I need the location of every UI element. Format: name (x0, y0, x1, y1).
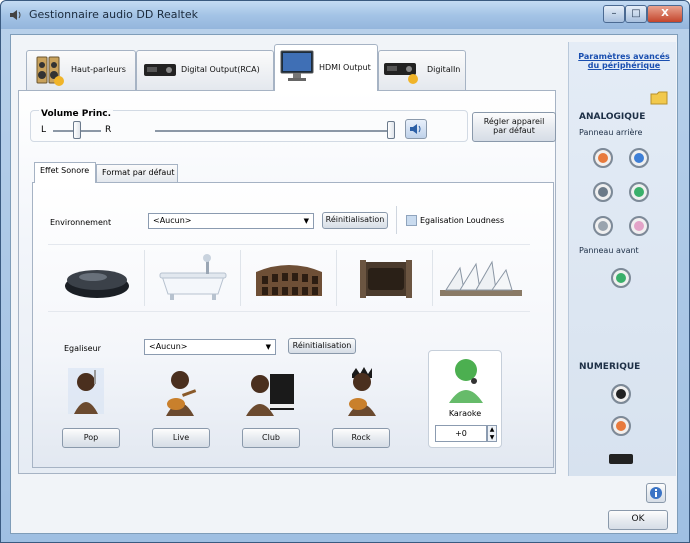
live-guitarist-icon (166, 371, 197, 416)
equalizer-value: <Aucun> (149, 342, 188, 351)
equalizer-reset-button[interactable]: Réinitialisation (288, 338, 356, 354)
eq-preset-live-button[interactable]: Live (152, 428, 210, 448)
equalizer-select[interactable]: <Aucun> ▼ (144, 339, 276, 355)
speakers-icon (36, 56, 64, 86)
rear-jack-pink[interactable] (629, 216, 649, 236)
volume-group: Volume Princ. L R (30, 109, 468, 142)
volume-title: Volume Princ. (39, 109, 114, 119)
balance-left-label: L (41, 125, 47, 135)
advanced-settings-link[interactable]: Paramètres avancés du périphérique (577, 52, 671, 70)
divider (396, 206, 397, 234)
info-button[interactable] (646, 483, 666, 503)
preset-pipe[interactable] (338, 246, 432, 310)
tab-speakers-label: Haut-parleurs (71, 65, 126, 74)
connector-panel: Paramètres avancés du périphérique ANALO… (568, 42, 676, 476)
analog-title: ANALOGIQUE (579, 112, 646, 122)
digital-out-icon (144, 64, 176, 76)
tab-sound-effects[interactable]: Effet Sonore (34, 162, 96, 183)
digital-jack-black[interactable] (611, 384, 631, 404)
pop-singer-icon (68, 368, 104, 414)
tab-digital-in[interactable]: DigitalIn (378, 50, 466, 90)
digital-in-icon (384, 63, 418, 84)
speaker-volume-icon (410, 124, 421, 134)
preset-stone[interactable] (50, 246, 144, 310)
colosseum-icon (256, 265, 322, 296)
tab-digital-output-rca[interactable]: Digital Output(RCA) (136, 50, 274, 90)
divider (240, 250, 241, 306)
folder-icon[interactable] (649, 88, 669, 106)
info-icon (650, 487, 662, 499)
eq-preset-pop-button[interactable]: Pop (62, 428, 120, 448)
eq-preset-club-button[interactable]: Club (242, 428, 300, 448)
front-panel-label: Panneau avant (579, 246, 639, 255)
opera-house-icon (440, 260, 522, 296)
divider (432, 250, 433, 306)
dropdown-arrow-icon: ▼ (265, 343, 271, 351)
equalizer-label: Egaliseur (64, 344, 101, 353)
club-pianist-icon (246, 374, 294, 416)
title-bar[interactable]: Gestionnaire audio DD Realtek – □ X (1, 1, 689, 29)
monitor-icon (280, 50, 314, 81)
environment-reset-button[interactable]: Réinitialisation (322, 212, 388, 229)
digital-title: NUMERIQUE (579, 362, 641, 372)
close-button[interactable]: X (647, 5, 683, 23)
balance-slider[interactable] (73, 121, 81, 139)
pipe-icon (360, 260, 412, 298)
balance-right-label: R (105, 125, 112, 135)
minimize-button[interactable]: – (603, 5, 625, 23)
tab-digital-output-label: Digital Output(RCA) (181, 65, 260, 74)
front-jack-green[interactable] (611, 268, 631, 288)
rear-jack-blue[interactable] (629, 148, 649, 168)
divider (336, 250, 337, 306)
rear-jack-gray[interactable] (593, 182, 613, 202)
preset-bathroom[interactable] (146, 246, 240, 310)
karaoke-value-field[interactable]: +0 (435, 425, 487, 442)
environment-select[interactable]: <Aucun> ▼ (148, 213, 314, 229)
tab-hdmi-output[interactable]: HDMI Output (274, 44, 378, 91)
rear-jack-orange[interactable] (593, 148, 613, 168)
loudness-label: Egalisation Loudness (420, 216, 505, 225)
rear-jack-green[interactable] (629, 182, 649, 202)
speaker-app-icon (10, 10, 21, 20)
loudness-checkbox[interactable] (406, 215, 417, 226)
divider (144, 250, 145, 306)
volume-track (155, 130, 391, 132)
dropdown-arrow-icon: ▼ (303, 217, 309, 225)
ok-button[interactable]: OK (608, 510, 668, 530)
set-default-device-button[interactable]: Régler appareil par défaut (472, 112, 556, 142)
bathtub-icon (159, 254, 227, 300)
environment-value: <Aucun> (153, 216, 192, 225)
preset-colosseum[interactable] (242, 246, 336, 310)
window-title: Gestionnaire audio DD Realtek (29, 8, 198, 21)
tab-hdmi-label: HDMI Output (319, 63, 371, 72)
eq-preset-rock-button[interactable]: Rock (332, 428, 390, 448)
stone-icon (65, 270, 129, 298)
environment-label: Environnement (50, 218, 112, 227)
tab-default-format[interactable]: Format par défaut (96, 164, 178, 182)
digital-jack-orange[interactable] (611, 416, 631, 436)
rear-panel-label: Panneau arrière (579, 128, 643, 137)
tab-digital-in-label: DigitalIn (427, 65, 461, 74)
mute-button[interactable] (405, 119, 427, 139)
karaoke-label: Karaoke (448, 409, 482, 418)
karaoke-spinner[interactable]: ▲ ▼ (487, 425, 497, 442)
karaoke-singer-icon (449, 359, 483, 403)
maximize-button[interactable]: □ (625, 5, 647, 23)
rock-guitarist-icon (348, 367, 376, 416)
preset-opera-house[interactable] (434, 246, 528, 310)
volume-slider[interactable] (387, 121, 395, 139)
tab-speakers[interactable]: Haut-parleurs (26, 50, 136, 90)
karaoke-group: Karaoke +0 ▲ ▼ (428, 350, 502, 448)
rear-jack-silver[interactable] (593, 216, 613, 236)
hdmi-port-icon (609, 454, 633, 464)
